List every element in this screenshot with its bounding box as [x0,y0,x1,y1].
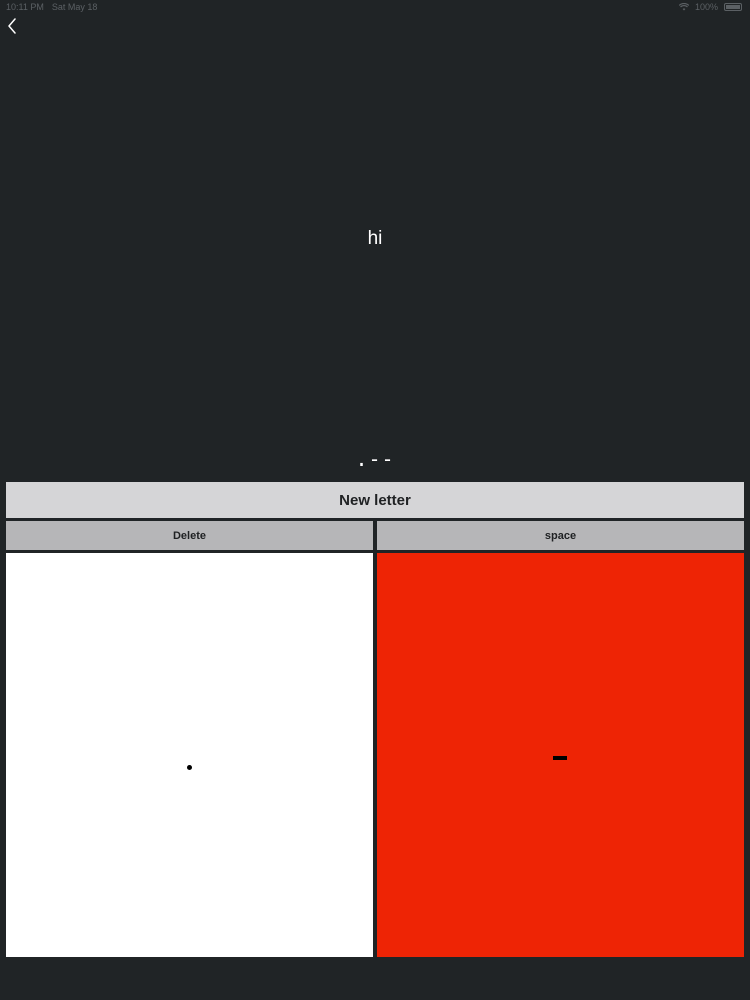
battery-percent: 100% [694,2,718,12]
status-date: Sat May 18 [51,2,98,12]
back-button[interactable] [2,14,22,38]
dash-symbol [553,756,567,760]
morse-screen: 10:11 PM Sat May 18 100% hi .-- New lett… [0,0,750,1000]
status-bar: 10:11 PM Sat May 18 100% [0,0,750,14]
delete-button[interactable]: Delete [6,521,373,550]
wifi-icon [678,3,689,11]
space-button[interactable]: space [377,521,744,550]
status-time: 10:11 PM [6,2,44,12]
chevron-left-icon [8,18,16,34]
status-left: 10:11 PM Sat May 18 [6,2,97,12]
translated-text: hi [367,228,383,249]
bottom-bar [0,960,750,1000]
current-morse-code: .-- [355,447,395,471]
status-right: 100% [678,2,742,12]
dot-symbol [187,765,192,770]
new-letter-button[interactable]: New letter [6,482,744,518]
dash-pad[interactable] [377,553,744,957]
battery-icon [724,3,742,11]
dot-pad[interactable] [6,553,373,957]
